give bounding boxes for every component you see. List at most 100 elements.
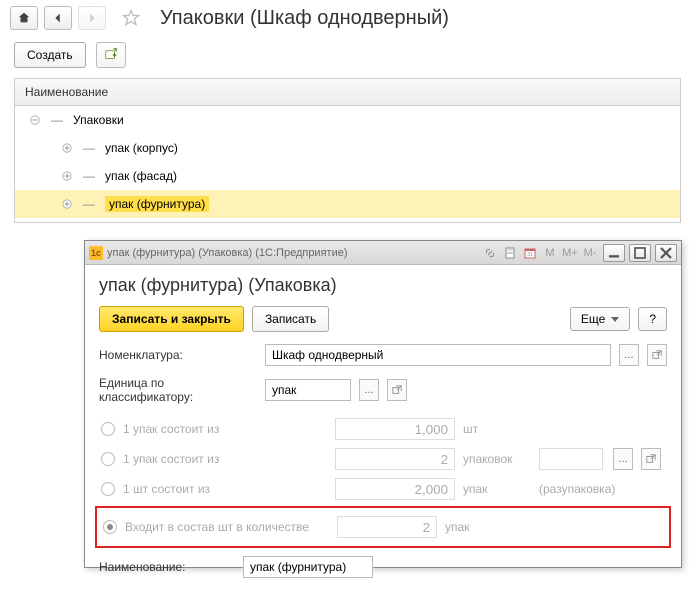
tree-item[interactable]: — упак (фасад) [15,162,680,190]
unit-select[interactable]: ... [359,379,379,401]
dialog-heading: упак (фурнитура) (Упаковка) [99,275,667,296]
expand-icon[interactable] [61,170,73,182]
close-icon [656,243,676,263]
radio-group: 1 упак состоит из шт 1 упак состоит из у… [99,414,667,548]
nomenclature-field[interactable] [265,344,611,366]
tree-root-label: Упаковки [73,113,124,127]
help-button[interactable]: ? [638,307,667,331]
star-icon [121,8,141,28]
radio-1-value[interactable] [335,418,455,440]
unit-classifier-field[interactable] [265,379,351,401]
secondary-toolbar: Создать [0,34,695,78]
new-folder-button[interactable] [96,42,126,68]
more-button[interactable]: Еще [570,307,630,331]
favorite-button[interactable] [120,7,142,29]
radio-row-2[interactable]: 1 упак состоит из упаковок ... [99,444,667,474]
save-close-button[interactable]: Записать и закрыть [99,306,244,332]
create-button[interactable]: Создать [14,42,86,68]
radio-icon[interactable] [101,452,115,466]
tree-item-label: упак (корпус) [105,141,178,155]
dialog-toolbar: Записать и закрыть Записать Еще ? [99,306,667,332]
tree-item-label: упак (фурнитура) [105,196,209,212]
tree-panel: Наименование — Упаковки — упак (корпус) … [14,78,681,223]
titlebar-tools: 31 M M+ M- [481,244,677,262]
minimize-button[interactable] [603,244,625,262]
unit-classifier-label: Единица по классификатору: [99,376,257,404]
radio-row-1[interactable]: 1 упак состоит из шт [99,414,667,444]
tree-root-row[interactable]: — Упаковки [15,106,680,134]
back-button[interactable] [44,6,72,30]
radio-icon[interactable] [101,482,115,496]
radio-label: 1 упак состоит из [123,422,327,436]
radio-3-value[interactable] [335,478,455,500]
radio-3-unit: упак [463,482,531,496]
unit-open[interactable] [387,379,407,401]
calendar-button[interactable]: 31 [521,245,539,261]
nomenclature-row: Номенклатура: ... [99,344,667,366]
arrow-left-icon [51,11,65,25]
memory-mminus-button[interactable]: M- [581,245,599,261]
pack-select[interactable]: ... [613,448,633,470]
calc-button[interactable] [501,245,519,261]
link-button[interactable] [481,245,499,261]
forward-button[interactable] [78,6,106,30]
dialog-body: упак (фурнитура) (Упаковка) Записать и з… [85,265,681,600]
memory-m-button[interactable]: M [541,245,559,261]
name-row: Наименование: [99,556,667,578]
name-field[interactable] [243,556,373,578]
nomenclature-open[interactable] [647,344,667,366]
nomenclature-label: Номенклатура: [99,348,257,362]
tree-item-label: упак (фасад) [105,169,177,183]
radio-icon[interactable] [103,520,117,534]
maximize-icon [630,243,650,263]
radio-2-value[interactable] [335,448,455,470]
main-toolbar: Упаковки (Шкаф однодверный) [0,0,695,34]
minus-icon: — [83,198,95,210]
minus-icon: — [83,142,95,154]
pack-open[interactable] [641,448,661,470]
minimize-icon [604,243,624,263]
home-icon [17,11,31,25]
highlighted-option: Входит в состав шт в количестве упак [95,506,671,548]
dialog-window: 1c упак (фурнитура) (Упаковка) (1С:Предп… [84,240,682,568]
arrow-right-icon [85,11,99,25]
nomenclature-select[interactable]: ... [619,344,639,366]
memory-mplus-button[interactable]: M+ [561,245,579,261]
open-icon [392,385,402,395]
radio-4-value[interactable] [337,516,437,538]
radio-4-unit: упак [445,520,513,534]
radio-3-extra: (разупаковка) [539,482,615,496]
minus-icon: — [83,170,95,182]
calculator-icon [504,247,516,259]
maximize-button[interactable] [629,244,651,262]
tree-item[interactable]: — упак (корпус) [15,134,680,162]
minus-icon: — [51,114,63,126]
expand-icon[interactable] [61,198,73,210]
save-button[interactable]: Записать [252,306,329,332]
radio-1-unit: шт [463,422,531,436]
radio-label: Входит в состав шт в количестве [125,520,329,534]
tree-column-header[interactable]: Наименование [15,79,680,106]
tree-item-selected[interactable]: — упак (фурнитура) [15,190,680,218]
name-label: Наименование: [99,560,235,574]
radio-icon[interactable] [101,422,115,436]
open-icon [646,454,656,464]
link-icon [484,247,496,259]
dialog-titlebar[interactable]: 1c упак (фурнитура) (Упаковка) (1С:Предп… [85,241,681,265]
app-icon: 1c [89,246,103,260]
collapse-icon[interactable] [29,114,41,126]
expand-icon[interactable] [61,142,73,154]
radio-row-4[interactable]: Входит в состав шт в количестве упак [101,512,667,542]
radio-row-3[interactable]: 1 шт состоит из упак (разупаковка) [99,474,667,504]
radio-2-pack-field[interactable] [539,448,603,470]
calendar-icon: 31 [524,247,536,259]
close-button[interactable] [655,244,677,262]
open-icon [652,350,662,360]
home-button[interactable] [10,6,38,30]
radio-label: 1 шт состоит из [123,482,327,496]
unit-classifier-row: Единица по классификатору: ... [99,376,667,404]
folder-plus-icon [104,48,118,62]
tree-body: — Упаковки — упак (корпус) — упак (фасад… [15,106,680,222]
dialog-window-title: упак (фурнитура) (Упаковка) (1С:Предприя… [107,247,477,259]
svg-text:31: 31 [527,252,533,258]
